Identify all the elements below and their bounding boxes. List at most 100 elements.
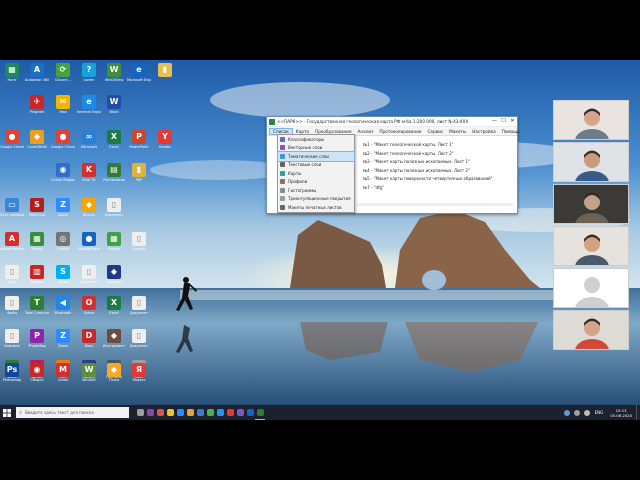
desktop-icon[interactable]: ◉ Стань Яндекс [51,163,75,191]
desktop-icon[interactable]: ◆ Инструмент [102,329,126,357]
dropdown-item[interactable]: Гистограммы [278,186,354,195]
participant-video-tile[interactable] [553,310,629,350]
dropdown-item[interactable]: Профили [278,178,354,187]
desktop-icon[interactable]: eInternet Explorer [77,95,101,123]
menu-transform[interactable]: Преобразования [312,129,355,134]
menu-logging[interactable]: Протоколирование [376,129,424,134]
taskbar-app-button[interactable] [225,405,235,420]
taskbar-app-button[interactable] [175,405,185,420]
desktop-icon[interactable]: P PhotoMag [25,329,49,357]
taskbar-app-button[interactable] [195,405,205,420]
desktop-icon[interactable]: ▦ Ноrtr [0,63,24,91]
start-button[interactable] [0,405,14,420]
desktop-icon[interactable]: A Adobe Reader [0,232,24,260]
desktop-icon[interactable]: ◉ Сборка [25,363,49,391]
menu-settings[interactable]: Настройка [469,129,499,134]
menu-layouts[interactable]: Макеты [446,129,469,134]
desktop-icon[interactable]: P PowerPoint [127,130,151,158]
menu-service[interactable]: Сервис [425,129,447,134]
desktop-icon[interactable]: ●Google Chrome [51,130,75,158]
desktop-icon[interactable]: ◀ Bluetooth [51,296,75,324]
desktop-icon[interactable]: ▯ Корзина [0,329,24,357]
desktop-icon[interactable]: M Gmail [51,363,75,391]
menu-analysis[interactable]: Анализ [355,129,377,134]
taskbar-clock[interactable]: 15:13 05.06.2020 [610,408,632,418]
desktop-icon[interactable]: ▥ Reader [25,265,49,293]
desktop-icon[interactable]: Z Zoom [51,329,75,357]
desktop-icon[interactable]: W WinDjView [102,63,126,91]
participant-video-tile[interactable] [553,268,629,308]
desktop-icon[interactable]: ▯ Docs [0,265,24,293]
horizontal-scrollbar[interactable] [357,203,513,206]
menu-help[interactable]: Помощь [499,129,523,134]
desktop-icon[interactable]: ▯ Шрифт [127,232,151,260]
desktop-icon[interactable]: ◎ Vivaldi [51,232,75,260]
desktop-icon[interactable]: ▯ Файл [0,296,24,324]
participant-video-tile[interactable] [553,184,629,224]
desktop-icon[interactable]: W Word [102,95,126,123]
desktop-icon[interactable]: ● Google Earth [77,232,101,260]
language-indicator[interactable]: ENG [595,410,604,415]
desktop-icon[interactable]: ⟳ Ciscom... [51,63,75,91]
dropdown-item[interactable]: Классификаторы [278,135,354,144]
desktop-icon[interactable]: ▦ Карта [25,232,49,260]
list-item[interactable]: №4 - "Макет карты полезных ископаемых. Л… [363,167,513,176]
desktop-icon[interactable]: O Opera [77,296,101,324]
desktop-icon[interactable]: TTotal Commander [25,296,49,324]
desktop-icon[interactable]: ▦ Карты [102,232,126,260]
taskbar-app-button[interactable] [205,405,215,420]
desktop-icon[interactable]: ▮ PDF [127,163,151,191]
desktop-icon[interactable]: e Microsoft Edge [127,63,151,91]
taskbar-app-button[interactable] [235,405,245,420]
taskbar-app-button[interactable] [135,405,145,420]
participant-video-tile[interactable] [553,142,629,182]
window-titlebar[interactable]: <<ПАРК>> - Государственная геологическая… [267,117,517,127]
taskbar-app-button[interactable] [155,405,165,420]
taskbar-search-box[interactable]: ⚲ Введите здесь текст для поиска [16,407,129,418]
taskbar-app-button[interactable] [255,405,265,420]
desktop-icon[interactable]: A Autodesk 360 [25,63,49,91]
desktop-icon[interactable]: ▯ Документ [127,296,151,324]
desktop-icon[interactable]: ∞ Microsoft [77,130,101,158]
close-icon[interactable]: ✕ [508,117,517,126]
desktop-icon[interactable]: X Excel [102,130,126,158]
dropdown-item[interactable]: Векторные слои [278,144,354,153]
list-item[interactable]: №2 - "Макет геологической карты. Лист 2" [363,150,513,159]
desktop-icon[interactable]: ▯ Документ [77,265,101,293]
desktop-icon[interactable]: X Excel [102,296,126,324]
taskbar-app-button[interactable] [215,405,225,420]
desktop-icon[interactable]: K Kino TV [77,163,101,191]
taskbar-app-button[interactable] [145,405,155,420]
desktop-icon[interactable]: ▯ Документ [102,198,126,226]
dropdown-item[interactable]: Карты [278,169,354,178]
desktop-icon[interactable]: ◆ Проекты [102,265,126,293]
dropdown-item[interactable]: Тематические слои [277,151,355,162]
desktop-icon[interactable]: Y Yandex [153,130,177,158]
desktop-icon[interactable]: W WinRAR [77,363,101,391]
participant-video-tile[interactable] [553,226,629,266]
desktop-icon[interactable]: S Sketchup [25,198,49,226]
taskbar-app-button[interactable] [245,405,255,420]
desktop-icon[interactable]: Я Яндекс [127,363,151,391]
desktop-icon[interactable]: ✉ Mail [51,95,75,123]
desktop-icon[interactable]: ▤ Расписание [102,163,126,191]
desktop-icon[interactable]: ? Lorem [77,63,101,91]
volume-icon[interactable] [573,409,580,416]
desktop-icon[interactable]: D Docs [77,329,101,357]
desktop-icon[interactable]: ▭Этот компьютер [0,198,24,226]
dropdown-item[interactable]: Макеты печатных листов [278,203,354,212]
dropdown-item[interactable]: Текстовые слои [278,161,354,170]
show-desktop-button[interactable] [636,405,640,420]
desktop-icon[interactable]: Ps Photoshop [0,363,24,391]
desktop-icon[interactable]: ◆ CorelDRAW [25,130,49,158]
desktop-icon[interactable]: ▮ [153,63,177,91]
network-icon[interactable] [563,409,570,416]
minimize-icon[interactable]: — [490,117,499,126]
desktop-icon[interactable]: ◆ Bitcoin [77,198,101,226]
list-item[interactable]: №1 - "Макет геологической карты. Лист 1" [363,141,513,150]
desktop-icon[interactable]: Z Zoom [51,198,75,226]
desktop-icon[interactable]: ✈ Program [25,95,49,123]
desktop-icon[interactable]: ●Google Chrome [0,130,24,158]
desktop-icon[interactable]: ▯ Документ [127,329,151,357]
desktop-icon[interactable]: S Skype [51,265,75,293]
